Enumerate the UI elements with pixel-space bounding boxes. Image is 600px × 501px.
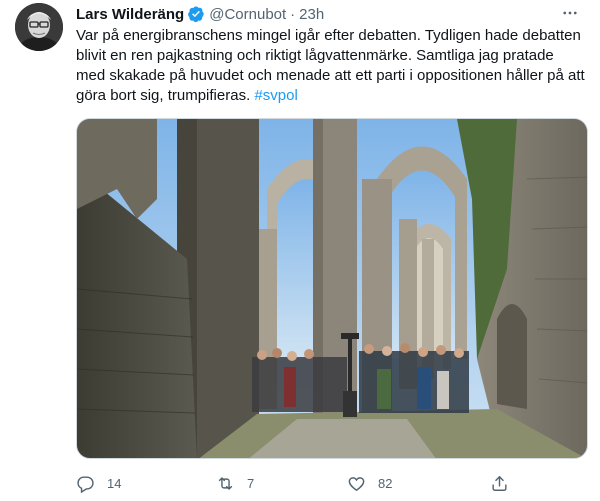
avatar[interactable] <box>15 3 63 51</box>
tweet[interactable]: Lars Wilderäng @Cornubot · 23h Var på en… <box>0 0 600 501</box>
separator-dot: · <box>290 5 296 23</box>
reply-button[interactable]: 14 <box>76 470 121 496</box>
hashtag-link[interactable]: #svpol <box>254 87 297 104</box>
ruins-photo <box>77 119 587 458</box>
like-count: 82 <box>378 475 393 491</box>
tweet-body: Var på energibranschens mingel igår efte… <box>76 27 585 104</box>
tweet-actions: 14 7 82 <box>76 470 546 496</box>
tweet-timestamp[interactable]: 23h <box>299 6 324 23</box>
verified-badge-icon <box>188 6 205 23</box>
retweet-button[interactable]: 7 <box>216 470 254 496</box>
share-button[interactable] <box>490 470 521 496</box>
retweet-count: 7 <box>247 475 255 491</box>
like-icon <box>348 476 365 491</box>
share-icon <box>492 475 507 491</box>
reply-icon <box>77 475 94 493</box>
like-button[interactable]: 82 <box>347 470 392 496</box>
retweet-icon <box>218 476 233 490</box>
avatar-image <box>15 3 63 51</box>
author-handle[interactable]: @Cornubot <box>209 6 286 23</box>
tweet-photo[interactable] <box>76 118 588 459</box>
reply-count: 14 <box>107 475 122 491</box>
tweet-header: Lars Wilderäng @Cornubot · 23h <box>76 4 580 24</box>
tweet-text: Var på energibranschens mingel igår efte… <box>76 26 586 106</box>
author-name[interactable]: Lars Wilderäng <box>76 6 184 23</box>
more-icon[interactable] <box>560 3 580 23</box>
